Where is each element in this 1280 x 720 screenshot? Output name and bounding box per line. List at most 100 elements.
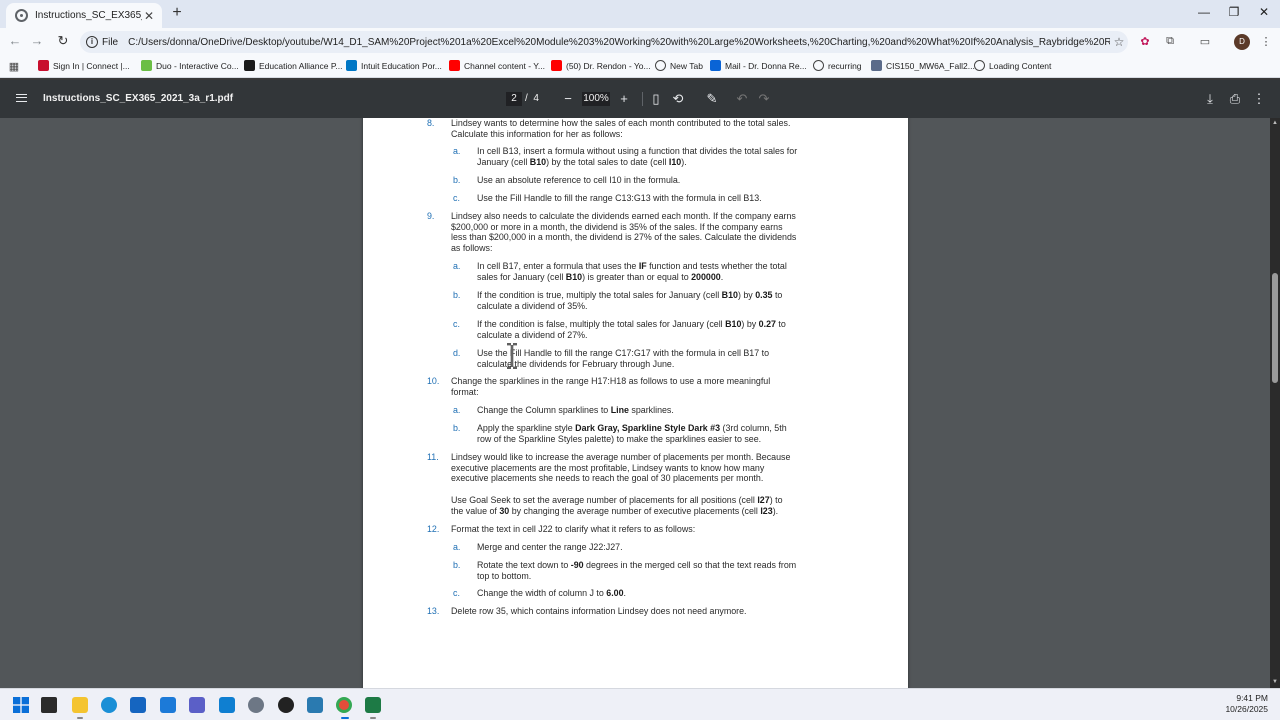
restore-icon[interactable]: ❐ [1224,5,1244,19]
bookmark-label: Education Alliance P... [259,60,343,71]
instruction-line: Use the Fill Handle to fill the range C1… [477,193,762,203]
zoom-level[interactable]: 100% [582,92,610,106]
more-icon[interactable]: ⋮ [1258,35,1274,49]
instruction-line: Rotate the text down to -90 degrees in t… [477,560,797,570]
back-icon[interactable]: ← [6,33,24,48]
annotate-icon[interactable]: ✎ [703,90,721,108]
substep-letter: b. [453,290,461,300]
browser-tab[interactable]: Instructions_SC_EX365_2021_3a ✕ [6,3,162,28]
media-icon[interactable] [278,697,294,713]
scroll-down-icon[interactable]: ▼ [1271,679,1279,685]
instruction-line: less than $200,000 in a month, the divid… [451,232,797,243]
bookmarks-bar: ▦ Sign In | Connect |... Duo - Interactiv… [0,56,1280,78]
navigation-bar: ← → ↻ i File C:/Users/donna/OneDrive/Des… [0,28,1280,56]
download-icon[interactable]: ⤓ [1201,90,1219,108]
fit-page-icon[interactable]: ▯ [647,90,665,108]
task-view-icon[interactable] [41,697,57,713]
instruction-line: Format the text in cell J22 to clarify w… [451,524,696,534]
print-icon[interactable]: ⎙ [1226,90,1244,108]
pdf-viewer[interactable]: 8. Lindsey wants to determine how the sal… [0,118,1270,688]
instruction-line: January (cell B10) by the total sales to… [477,156,687,167]
close-tab-icon[interactable]: ✕ [142,9,156,23]
bookmark-star-icon[interactable]: ☆ [1110,35,1128,49]
pdf-page[interactable]: 8. Lindsey wants to determine how the sal… [363,118,908,688]
reload-icon[interactable]: ↻ [54,33,72,49]
substep-letter: d. [453,348,461,358]
app-icon[interactable] [219,697,235,713]
apps-grid-icon[interactable]: ▦ [6,60,22,74]
bookmark-item[interactable]: Channel content - Y... [449,60,545,71]
bookmark-label: Mail - Dr. Donna Re... [725,60,807,71]
close-window-icon[interactable]: ✕ [1254,5,1274,19]
scheme-label: File [102,36,119,48]
more-actions-icon[interactable]: ⋮ [1250,90,1268,108]
bookmark-item[interactable]: Loading Content [974,60,1051,71]
new-tab-button[interactable]: + [168,4,186,22]
running-indicator [370,717,376,719]
bookmark-favicon-icon [655,60,666,71]
bookmark-item[interactable]: Mail - Dr. Donna Re... [710,60,807,71]
instruction-line: calculate a dividend of 27%. [477,329,588,340]
page-number-input[interactable]: 2 [506,92,522,106]
zoom-out-button[interactable]: − [559,90,577,108]
clock-date: 10/26/2025 [1225,704,1268,714]
instruction-line: Change the sparklines in the range H17:H… [451,376,771,386]
instruction-line: Use Goal Seek to set the average number … [451,495,783,505]
info-icon[interactable]: i [86,36,98,48]
url-text[interactable]: C:/Users/donna/OneDrive/Desktop/youtube/… [128,37,1110,48]
scroll-up-icon[interactable]: ▲ [1271,120,1279,126]
instruction-line: calculate a dividend of 35%. [477,300,588,311]
puzzle-icon[interactable]: ⧉ [1162,35,1178,49]
instruction-line: top to bottom. [477,570,532,581]
bookmark-item[interactable]: Sign In | Connect |... [38,60,130,71]
bookmark-item[interactable]: recurring [813,60,862,71]
file-explorer-icon[interactable] [72,697,88,713]
instruction-line: Apply the sparkline style Dark Gray, Spa… [477,423,787,433]
zoom-in-button[interactable]: + [615,90,633,108]
toolbar-divider [642,92,643,106]
sidepanel-icon[interactable]: ▭ [1197,35,1213,49]
redo-icon[interactable]: ↷ [755,90,773,108]
store-icon[interactable] [130,697,146,713]
teams-icon[interactable] [189,697,205,713]
bookmark-item[interactable]: New Tab [655,60,703,71]
bookmark-favicon-icon [710,60,721,71]
instruction-line: sales for January (cell B10) is greater … [477,271,724,282]
bookmark-item[interactable]: Duo - Interactive Co... [141,60,239,71]
taskbar: 9:41 PM 10/26/2025 [0,688,1280,720]
running-indicator [77,717,83,719]
edge-icon[interactable] [101,697,117,713]
text-cursor-icon [507,343,517,369]
pdf-toolbar: Instructions_SC_EX365_2021_3a_r1.pdf 2 /… [0,80,1280,118]
step-number: 12. [427,524,440,534]
menu-icon[interactable] [16,94,27,102]
bookmark-label: New Tab [670,60,703,71]
system-clock[interactable]: 9:41 PM 10/26/2025 [1225,693,1268,715]
substep-letter: b. [453,175,461,185]
substep-letter: a. [453,146,461,156]
substep-letter: c. [453,319,460,329]
outlook-icon[interactable] [160,697,176,713]
instruction-line: Change the width of column J to 6.00. [477,588,627,598]
windows-start-icon[interactable] [13,697,29,713]
scroll-thumb[interactable] [1272,273,1278,383]
bookmark-item[interactable]: Intuit Education Por... [346,60,442,71]
substep-letter: b. [453,560,461,570]
chrome-icon[interactable] [336,697,352,713]
undo-icon[interactable]: ↶ [733,90,751,108]
rotate-icon[interactable]: ⟲ [669,90,687,108]
profile-avatar[interactable]: D [1234,34,1250,50]
bookmark-item[interactable]: (50) Dr. Rendon - Yo... [551,60,651,71]
viewer-scrollbar[interactable]: ▲ ▼ [1270,118,1280,688]
bookmark-item[interactable]: CIS150_MW6A_Fall2... [871,60,975,71]
calculator-icon[interactable] [307,697,323,713]
instruction-line: as follows: [451,242,493,253]
excel-icon[interactable] [365,697,381,713]
extension-icon[interactable]: ✿ [1137,35,1153,49]
forward-icon[interactable]: → [28,33,46,48]
settings-icon[interactable] [248,697,264,713]
instruction-line: In cell B17, enter a formula that uses t… [477,261,787,271]
bookmark-item[interactable]: Education Alliance P... [244,60,343,71]
address-bar[interactable]: i File C:/Users/donna/OneDrive/Desktop/y… [80,31,1128,53]
minimize-icon[interactable]: — [1194,5,1214,19]
